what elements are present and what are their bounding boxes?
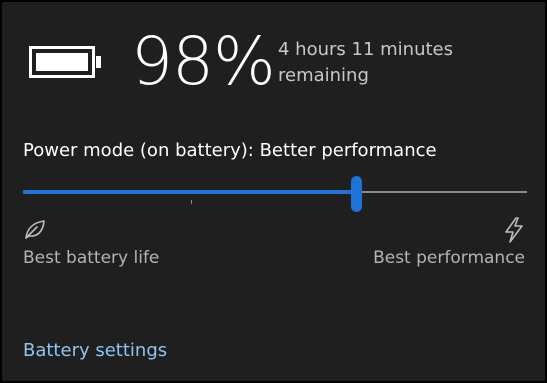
battery-terminal — [96, 56, 101, 68]
battery-percentage: 98% — [131, 23, 276, 100]
leaf-icon — [25, 220, 45, 239]
power-mode-label: Power mode (on battery): Better performa… — [23, 140, 437, 161]
battery-full-icon — [29, 46, 101, 78]
slider-track-filled[interactable] — [23, 190, 356, 194]
lightning-bolt-icon — [505, 217, 523, 243]
battery-settings-link[interactable]: Battery settings — [23, 338, 167, 364]
slider-tick — [191, 200, 192, 204]
battery-flyout: 98% 4 hours 11 minutes remaining Power m… — [0, 0, 547, 383]
battery-charge-fill — [36, 53, 88, 71]
slider-thumb[interactable] — [351, 176, 362, 212]
best-performance-label: Best performance — [373, 248, 525, 268]
power-mode-slider[interactable] — [23, 174, 527, 212]
time-remaining: 4 hours 11 minutes remaining — [278, 39, 453, 86]
best-battery-life-label: Best battery life — [23, 248, 160, 268]
